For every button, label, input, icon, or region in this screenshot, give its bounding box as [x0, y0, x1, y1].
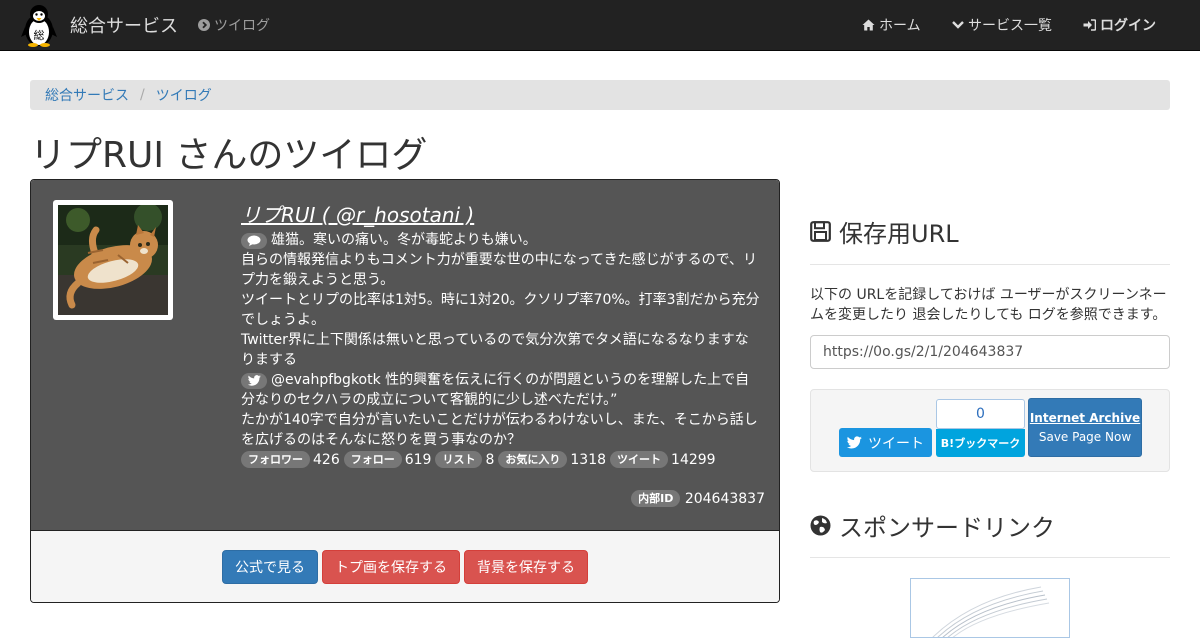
profile-name-link[interactable]: リプRUI ( @r_hosotani ) — [241, 202, 761, 228]
sponsor-heading: スポンサードリンク — [810, 508, 1055, 543]
profile-header: リプRUI ( @r_hosotani ) 雄猫。寒いの痛い。冬が毒蛇よりも嫌い… — [31, 180, 779, 530]
internal-id-value: 204643837 — [684, 491, 765, 507]
profile-actions: 公式で見る トプ画を保存する 背景を保存する — [31, 530, 779, 602]
save-url-description: 以下の URLを記録しておけば ユーザーがスクリーンネームを変更したり 退会した… — [810, 287, 1167, 323]
profile-bio: 雄猫。寒いの痛い。冬が毒蛇よりも嫌い。 自らの情報発信よりもコメント力が重要な世… — [241, 230, 761, 370]
divider — [810, 557, 1170, 558]
tweets-badge: ツイート — [610, 451, 669, 468]
nav-twilog-link[interactable]: ツイログ — [198, 0, 270, 50]
save-url-input[interactable] — [810, 335, 1170, 369]
hatena-bookmark-button[interactable]: B!ブックマーク — [936, 429, 1025, 457]
globe-icon — [810, 515, 831, 536]
followers-badge: フォロワー — [241, 451, 310, 468]
penguin-logo-icon: 総 — [21, 5, 57, 47]
sign-in-icon — [1083, 19, 1096, 31]
lists-badge: リスト — [435, 451, 483, 468]
page-title: リプRUI さんのツイログ — [30, 135, 428, 176]
navbar: 総 総合サービス ツイログ ホーム サービス一覧 ログイン — [0, 0, 1200, 51]
internal-id-badge: 内部ID — [631, 490, 681, 507]
avatar-frame — [53, 200, 173, 320]
favorites-count: 1318 — [570, 452, 607, 468]
latest-tweet: @evahpfbgkotk 性的興奮を伝えに行くのが問題というのを理解した上で自… — [241, 370, 761, 450]
tweets-count: 14299 — [671, 452, 716, 468]
brand-text: 総合サービス — [70, 16, 178, 37]
svg-text:総: 総 — [34, 28, 45, 42]
sponsored-ad-banner[interactable] — [910, 578, 1070, 638]
hatena-bookmark-count: 0 — [936, 399, 1025, 429]
nav-twilog-label: ツイログ — [214, 18, 270, 34]
save-url-heading-text: 保存用URL — [839, 220, 959, 248]
favorites-badge: お気に入り — [498, 451, 568, 468]
nav-home-label: ホーム — [879, 18, 921, 34]
internet-archive-subtitle: Save Page Now — [1038, 430, 1132, 444]
lists-count: 8 — [485, 452, 495, 468]
internet-archive-button[interactable]: Internet Archive Save Page Now — [1028, 398, 1142, 457]
following-badge: フォロー — [343, 451, 402, 468]
bio-line: ツイートとリプの比率は1対5。時に1対20。クソリプ率70%。打率3割だから充分… — [241, 292, 760, 328]
nav-home-link[interactable]: ホーム — [862, 0, 921, 50]
view-official-button[interactable]: 公式で見る — [222, 549, 318, 584]
profile-stats: フォロワー 426 フォロー 619 リスト 8 お気に入り 1318 ツイート 14299 — [241, 450, 761, 470]
share-panel: ツイート 0 B!ブックマーク Internet Archive Save Pa… — [810, 389, 1170, 472]
bio-line: 自らの情報発信よりもコメント力が重要な世の中になってきた感じがするので、リプ力を… — [241, 252, 758, 288]
sponsor-heading-text: スポンサードリンク — [839, 514, 1055, 542]
floppy-disk-icon — [810, 221, 831, 242]
avatar — [58, 205, 168, 315]
save-icon-button[interactable]: トプ画を保存する — [322, 549, 460, 584]
bio-line: 雄猫。寒いの痛い。冬が毒蛇よりも嫌い。 — [271, 232, 537, 248]
twitter-icon — [241, 372, 267, 389]
divider — [810, 264, 1170, 265]
tweet-line: @evahpfbgkotk 性的興奮を伝えに行くのが問題というのを理解した上で自… — [241, 372, 750, 408]
following-count: 619 — [404, 452, 432, 468]
comment-icon — [241, 232, 267, 249]
nav-login-link[interactable]: ログイン — [1083, 0, 1156, 50]
tweet-line: たかが140字で自分が言いたいことだけが伝わるわけないし、また、そこから話しを広… — [241, 412, 758, 448]
breadcrumb: 総合サービス / ツイログ — [30, 80, 1170, 110]
tweet-share-button[interactable]: ツイート — [839, 428, 932, 457]
nav-login-label: ログイン — [1100, 18, 1156, 34]
profile-panel: リプRUI ( @r_hosotani ) 雄猫。寒いの痛い。冬が毒蛇よりも嫌い… — [30, 179, 780, 603]
internet-archive-title: Internet Archive — [1029, 411, 1141, 425]
nav-services-link[interactable]: サービス一覧 — [952, 0, 1052, 50]
tweet-share-label: ツイート — [868, 435, 924, 452]
internal-id: 内部ID 204643837 — [631, 490, 765, 507]
save-background-button[interactable]: 背景を保存する — [464, 549, 588, 584]
breadcrumb-home-link[interactable]: 総合サービス — [45, 85, 129, 105]
twitter-bird-icon — [847, 436, 862, 449]
nav-services-label: サービス一覧 — [968, 18, 1052, 34]
bio-line: Twitter界に上下関係は無いと思っているので気分次第でタメ語になるなりますな… — [241, 332, 749, 368]
breadcrumb-separator: / — [140, 87, 145, 103]
brand-link[interactable]: 総 総合サービス — [18, 2, 178, 48]
followers-count: 426 — [313, 452, 340, 468]
ad-image — [932, 586, 1050, 637]
home-icon — [862, 19, 875, 31]
breadcrumb-twilog-link[interactable]: ツイログ — [156, 85, 212, 105]
chevron-down-icon — [952, 20, 964, 30]
chevron-circle-right-icon — [198, 19, 210, 31]
save-url-heading: 保存用URL — [810, 214, 959, 249]
profile-info: リプRUI ( @r_hosotani ) 雄猫。寒いの痛い。冬が毒蛇よりも嫌い… — [241, 202, 761, 470]
